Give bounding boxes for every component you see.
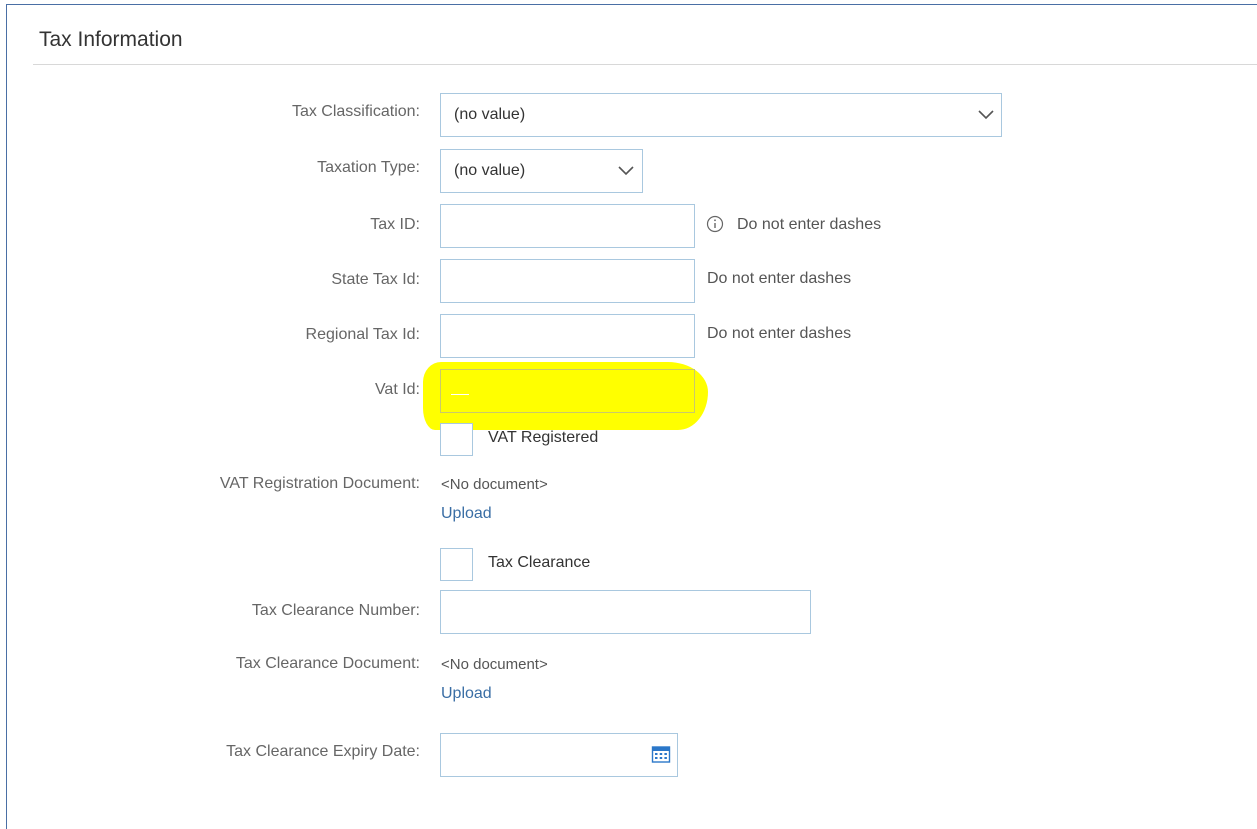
vat-registered-checkbox[interactable] — [440, 423, 473, 456]
tax-id-input[interactable] — [440, 204, 695, 248]
state-tax-id-input[interactable] — [440, 259, 695, 303]
tax-classification-select[interactable]: (no value) — [440, 93, 1002, 137]
state-tax-id-label: State Tax Id: — [331, 271, 420, 288]
tax-clearance-checkbox[interactable] — [440, 548, 473, 581]
tax-id-label: Tax ID: — [370, 216, 420, 233]
vat-id-input[interactable] — [440, 369, 695, 413]
state-tax-id-hint: Do not enter dashes — [707, 270, 852, 287]
vat-id-label: Vat Id: — [374, 381, 420, 398]
regional-tax-id-input[interactable] — [440, 314, 695, 358]
section-title: Tax Information — [39, 28, 183, 51]
vat-id-caret-mark — [451, 394, 469, 395]
taxation-type-select[interactable]: (no value) — [440, 149, 643, 193]
tax-clearance-label: Tax Clearance — [488, 554, 591, 571]
chevron-down-icon — [978, 110, 994, 120]
tax-clearance-expiry-date-label: Tax Clearance Expiry Date: — [226, 743, 420, 760]
tax-clearance-number-input[interactable] — [440, 590, 811, 634]
tax-clearance-upload-link[interactable]: Upload — [441, 685, 492, 703]
taxation-type-label: Taxation Type: — [317, 159, 420, 176]
tax-id-hint: Do not enter dashes — [737, 216, 882, 233]
regional-tax-id-label: Regional Tax Id: — [305, 326, 420, 343]
title-divider — [33, 64, 1257, 65]
chevron-down-icon — [618, 166, 634, 176]
vat-registration-document-value: <No document> — [441, 476, 548, 493]
vat-registration-document-label: VAT Registration Document: — [219, 475, 420, 492]
tax-clearance-document-label: Tax Clearance Document: — [235, 655, 420, 672]
tax-classification-value: (no value) — [454, 106, 526, 123]
taxation-type-value: (no value) — [454, 162, 526, 179]
vat-registered-label: VAT Registered — [488, 429, 599, 446]
tax-clearance-document-value: <No document> — [441, 656, 548, 673]
regional-tax-id-hint: Do not enter dashes — [707, 325, 852, 342]
tax-classification-label: Tax Classification: — [291, 103, 420, 120]
calendar-icon[interactable] — [651, 744, 671, 764]
tax-clearance-number-label: Tax Clearance Number: — [251, 602, 420, 619]
info-icon[interactable] — [706, 215, 724, 233]
tax-clearance-expiry-date-input[interactable] — [440, 733, 678, 777]
vat-registration-upload-link[interactable]: Upload — [441, 505, 492, 523]
